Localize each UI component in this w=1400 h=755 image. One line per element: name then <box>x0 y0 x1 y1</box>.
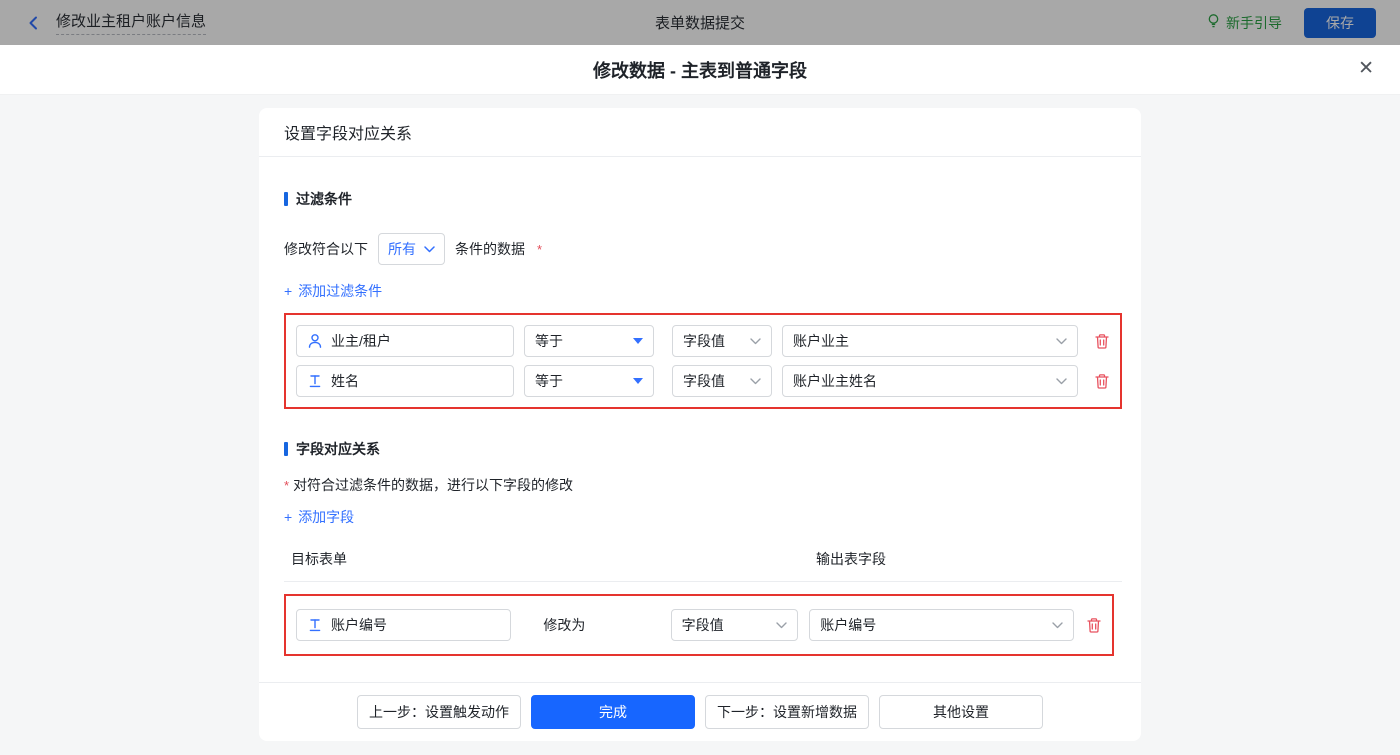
output-field-column-header: 输出表字段 <box>816 549 886 569</box>
match-suffix-label: 条件的数据 <box>455 239 525 259</box>
delete-mapping-row-button-1[interactable] <box>1086 617 1102 634</box>
member-field-icon <box>307 333 323 349</box>
filter-row-1: 业主/租户 等于 字段值 账户业主 <box>296 325 1110 357</box>
section-accent-bar <box>284 442 288 456</box>
filter-operator-select-1[interactable]: 等于 <box>524 325 654 357</box>
mapping-row-1: 账户编号 修改为 字段值 账户编号 <box>296 609 1102 641</box>
match-prefix-label: 修改符合以下 <box>284 239 368 259</box>
filter-value-select-1[interactable]: 账户业主 <box>782 325 1078 357</box>
filter-operator-select-2[interactable]: 等于 <box>524 365 654 397</box>
modal-title: 修改数据 - 主表到普通字段 <box>593 57 807 83</box>
section-accent-bar <box>284 192 288 206</box>
mapping-column-headers: 目标表单 输出表字段 <box>284 549 1116 569</box>
match-mode-value: 所有 <box>388 239 416 259</box>
filter-field-value-1: 业主/租户 <box>331 331 391 351</box>
target-form-column-header: 目标表单 <box>291 549 347 569</box>
card-footer: 上一步：设置触发动作 完成 下一步：设置新增数据 其他设置 <box>259 682 1141 741</box>
mapping-section-title: 字段对应关系 <box>284 439 1116 459</box>
text-field-icon <box>307 373 323 389</box>
filter-field-input-2[interactable]: 姓名 <box>296 365 514 397</box>
mapping-rows-highlight-box: 账户编号 修改为 字段值 账户编号 <box>284 594 1114 656</box>
chevron-down-icon <box>1056 338 1067 345</box>
mapping-value-select-1[interactable]: 账户编号 <box>809 609 1074 641</box>
filter-valuetype-value-2: 字段值 <box>683 371 725 391</box>
filter-operator-value-1: 等于 <box>535 331 563 351</box>
delete-filter-row-button-2[interactable] <box>1094 373 1110 390</box>
chevron-down-icon <box>750 378 761 385</box>
mapping-section-label: 字段对应关系 <box>296 439 380 459</box>
chevron-down-icon <box>750 338 761 345</box>
filter-rows-highlight-box: 业主/租户 等于 字段值 账户业主 <box>284 313 1122 409</box>
add-filter-condition-label: 添加过滤条件 <box>298 281 382 301</box>
plus-icon: + <box>284 283 292 299</box>
filter-section-title: 过滤条件 <box>284 189 1116 209</box>
column-divider <box>284 581 1122 582</box>
filter-value-select-2[interactable]: 账户业主姓名 <box>782 365 1078 397</box>
filter-value-value-1: 账户业主 <box>793 331 849 351</box>
modal-dim-overlay <box>0 0 1400 45</box>
mapping-valuetype-select-1[interactable]: 字段值 <box>671 609 799 641</box>
close-icon[interactable]: ✕ <box>1358 59 1374 78</box>
modal-body: 设置字段对应关系 过滤条件 修改符合以下 所有 条件的数据 * + 添加过滤条件 <box>0 95 1400 755</box>
other-settings-button[interactable]: 其他设置 <box>879 695 1043 729</box>
required-mark: * <box>537 242 542 257</box>
text-field-icon <box>307 617 323 633</box>
filter-field-input-1[interactable]: 业主/租户 <box>296 325 514 357</box>
done-button[interactable]: 完成 <box>531 695 695 729</box>
filter-operator-value-2: 等于 <box>535 371 563 391</box>
next-step-button[interactable]: 下一步：设置新增数据 <box>705 695 869 729</box>
filter-valuetype-value-1: 字段值 <box>683 331 725 351</box>
mapping-field-input-1[interactable]: 账户编号 <box>296 609 511 641</box>
modal-header: 修改数据 - 主表到普通字段 ✕ <box>0 45 1400 95</box>
card-header: 设置字段对应关系 <box>259 108 1141 157</box>
chevron-down-icon <box>1056 378 1067 385</box>
add-field-label: 添加字段 <box>298 507 354 527</box>
match-condition-row: 修改符合以下 所有 条件的数据 * <box>284 233 1116 265</box>
mapping-valuetype-value-1: 字段值 <box>682 615 724 635</box>
filter-valuetype-select-2[interactable]: 字段值 <box>672 365 772 397</box>
filter-value-value-2: 账户业主姓名 <box>793 371 877 391</box>
filter-row-2: 姓名 等于 字段值 账户业主姓名 <box>296 365 1110 397</box>
topbar: 修改业主租户账户信息 表单数据提交 新手引导 保存 <box>0 0 1400 45</box>
caret-down-icon <box>633 378 643 384</box>
plus-icon: + <box>284 509 292 525</box>
filter-section-label: 过滤条件 <box>296 189 352 209</box>
add-field-link[interactable]: + 添加字段 <box>284 507 354 527</box>
filter-field-value-2: 姓名 <box>331 371 359 391</box>
add-filter-condition-link[interactable]: + 添加过滤条件 <box>284 281 382 301</box>
settings-card: 设置字段对应关系 过滤条件 修改符合以下 所有 条件的数据 * + 添加过滤条件 <box>259 108 1141 741</box>
mapping-description: * 对符合过滤条件的数据，进行以下字段的修改 <box>284 475 1116 495</box>
prev-step-button[interactable]: 上一步：设置触发动作 <box>357 695 521 729</box>
mapping-field-value-1: 账户编号 <box>331 615 387 635</box>
chevron-down-icon <box>776 622 787 629</box>
filter-valuetype-select-1[interactable]: 字段值 <box>672 325 772 357</box>
required-mark: * <box>284 478 289 493</box>
delete-filter-row-button-1[interactable] <box>1094 333 1110 350</box>
mapping-action-label: 修改为 <box>543 615 598 635</box>
chevron-down-icon <box>424 246 435 253</box>
chevron-down-icon <box>1052 622 1063 629</box>
mapping-description-text: 对符合过滤条件的数据，进行以下字段的修改 <box>293 477 573 493</box>
mapping-value-value-1: 账户编号 <box>820 615 876 635</box>
caret-down-icon <box>633 338 643 344</box>
match-mode-select[interactable]: 所有 <box>378 233 445 265</box>
